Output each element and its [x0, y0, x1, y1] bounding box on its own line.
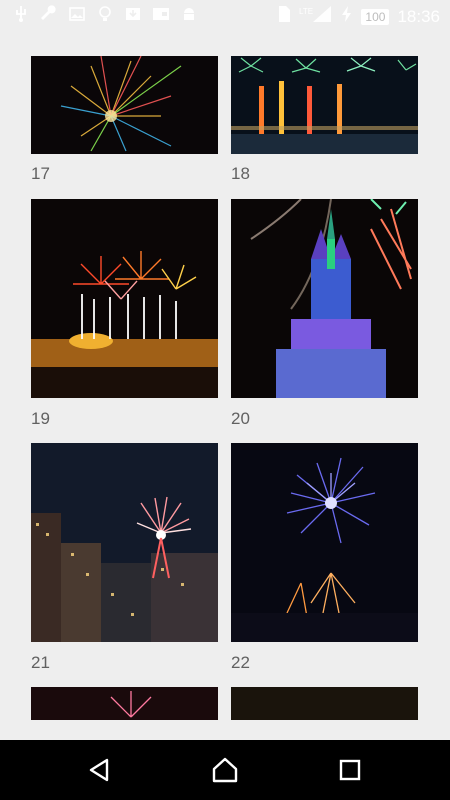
item-number: 17	[31, 164, 50, 183]
gallery-item[interactable]: 20	[231, 199, 418, 428]
image-grid: 17 18 19 20 21 22	[0, 32, 450, 740]
sim-icon	[277, 5, 291, 28]
download-icon	[124, 5, 142, 23]
lightbulb-icon	[96, 5, 114, 23]
charging-icon	[341, 5, 353, 28]
wallet-icon	[152, 5, 170, 23]
fireworks-image-21[interactable]	[31, 443, 218, 642]
gallery-item[interactable]: 18	[231, 56, 418, 183]
fireworks-image-23[interactable]	[31, 687, 218, 720]
item-number: 21	[31, 653, 50, 672]
fireworks-image-19[interactable]	[31, 199, 218, 398]
back-icon	[89, 758, 109, 782]
gallery-item[interactable]	[231, 687, 418, 720]
fireworks-image-24[interactable]	[231, 687, 418, 720]
item-number: 20	[231, 409, 250, 428]
recents-icon	[339, 759, 361, 781]
fireworks-image-20[interactable]	[231, 199, 418, 398]
back-button[interactable]	[85, 755, 115, 785]
gallery-item[interactable]	[31, 687, 218, 720]
status-bar-system: LTE 100 18:36	[277, 5, 440, 28]
gallery-item[interactable]: 17	[31, 56, 218, 183]
network-label: LTE	[299, 7, 313, 16]
gallery-item[interactable]: 22	[231, 443, 418, 672]
status-bar-notifications	[12, 5, 198, 23]
item-number: 19	[31, 409, 50, 428]
navigation-bar	[0, 740, 450, 800]
usb-icon	[12, 5, 30, 23]
home-icon	[212, 757, 238, 783]
clock: 18:36	[397, 6, 440, 26]
item-number: 22	[231, 653, 250, 672]
status-bar: LTE 100 18:36	[0, 0, 450, 32]
android-icon	[180, 5, 198, 23]
lte-signal-icon: LTE	[299, 5, 333, 28]
gallery-item[interactable]: 21	[31, 443, 218, 672]
recents-button[interactable]	[335, 755, 365, 785]
fireworks-image-17[interactable]	[31, 56, 218, 154]
battery-indicator: 100	[361, 8, 390, 25]
fireworks-image-22[interactable]	[231, 443, 418, 642]
image-icon	[68, 5, 86, 23]
item-number: 18	[231, 164, 250, 183]
gallery-item[interactable]: 19	[31, 199, 218, 428]
home-button[interactable]	[210, 755, 240, 785]
wrench-icon	[40, 5, 58, 23]
fireworks-image-18[interactable]	[231, 56, 418, 154]
